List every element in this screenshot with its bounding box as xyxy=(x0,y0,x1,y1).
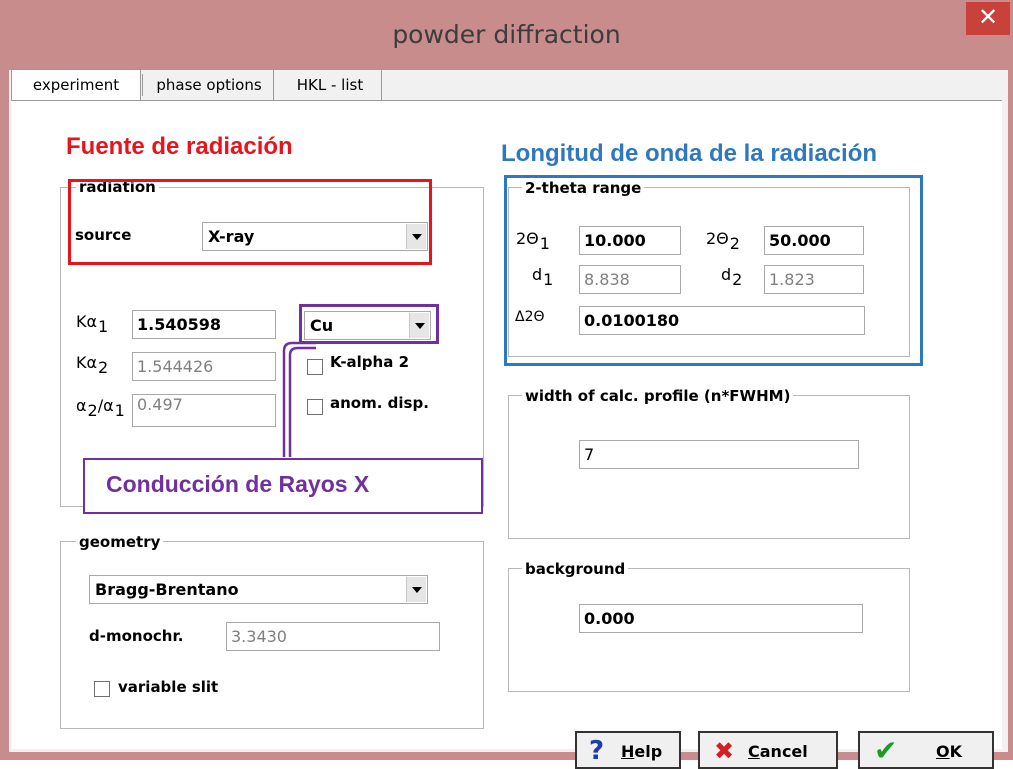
cancel-button[interactable]: ✖ Cancel xyxy=(698,731,838,769)
ok-label-rest: K xyxy=(949,742,963,761)
background-input[interactable]: 0.000 xyxy=(579,604,863,633)
help-mnemonic: H xyxy=(621,742,635,761)
source-highlight-box xyxy=(68,179,432,265)
cancel-label-rest: ancel xyxy=(759,742,808,761)
cancel-icon: ✖ xyxy=(714,737,735,765)
chevron-down-icon[interactable] xyxy=(406,577,426,602)
wavelength-annotation: Longitud de onda de la radiación xyxy=(501,140,878,167)
callout-connector xyxy=(282,341,316,457)
dialog-client-area: experiment phase options HKL - list radi… xyxy=(9,69,1008,769)
geometry-select-value: Bragg-Brentano xyxy=(95,580,239,599)
close-button[interactable]: ✕ xyxy=(966,2,1010,35)
ok-mnemonic: O xyxy=(936,742,950,761)
tab-divider xyxy=(142,74,143,96)
ka1-input[interactable]: 1.540598 xyxy=(132,310,276,339)
ka2-subscript: 2 xyxy=(98,358,109,377)
ratio-sub-a: 2 xyxy=(87,401,98,420)
ka2-label: Kα2 xyxy=(76,353,108,377)
variable-slit-checkbox[interactable] xyxy=(94,681,110,697)
wavelength-highlight-box xyxy=(504,175,923,366)
title-bar[interactable]: powder diffraction ✕ xyxy=(0,0,1013,70)
monochromator-label: d-monochr. xyxy=(89,627,184,645)
help-label-rest: elp xyxy=(634,742,663,761)
variable-slit-label[interactable]: variable slit xyxy=(118,678,218,696)
monochromator-field: 3.3430 xyxy=(226,622,440,651)
ka1-label: Kα1 xyxy=(76,312,108,336)
ka1-symbol: Kα xyxy=(76,312,98,331)
close-icon: ✕ xyxy=(977,3,999,31)
help-icon: ? xyxy=(589,736,605,766)
ka2-field: 1.544426 xyxy=(132,352,276,381)
ratio-slash: /α xyxy=(97,396,114,415)
tab-experiment[interactable]: experiment xyxy=(11,69,141,101)
tab-hkl-list[interactable]: HKL - list xyxy=(279,70,382,100)
source-annotation: Fuente de radiación xyxy=(66,133,293,160)
cancel-mnemonic: C xyxy=(748,742,760,761)
ka1-subscript: 1 xyxy=(98,317,109,336)
ratio-sub-b: 1 xyxy=(114,401,125,420)
ok-button[interactable]: ✔ OK xyxy=(858,731,994,769)
window-title: powder diffraction xyxy=(392,20,621,49)
background-group-title: background xyxy=(522,560,629,578)
dialog-window: powder diffraction ✕ experiment phase op… xyxy=(0,0,1013,769)
profile-width-input[interactable]: 7 xyxy=(579,440,859,469)
ka2-symbol: Kα xyxy=(76,353,98,372)
kalpha2-label[interactable]: K-alpha 2 xyxy=(330,353,409,371)
tab-phase-options[interactable]: phase options xyxy=(145,70,274,100)
profile-width-group-title: width of calc. profile (n*FWHM) xyxy=(522,387,794,405)
xray-annotation: Conducción de Rayos X xyxy=(106,471,370,497)
anom-disp-label[interactable]: anom. disp. xyxy=(330,394,429,412)
checkmark-icon: ✔ xyxy=(874,734,898,767)
cancel-button-label: Cancel xyxy=(748,742,808,761)
geometry-group-title: geometry xyxy=(76,533,164,551)
help-button[interactable]: ? Help xyxy=(575,731,681,769)
geometry-select[interactable]: Bragg-Brentano xyxy=(89,575,428,604)
ratio-symbol: α xyxy=(76,396,87,415)
ratio-field: 0.497 xyxy=(132,394,276,427)
ok-button-label: OK xyxy=(936,742,962,761)
help-button-label: Help xyxy=(621,742,662,761)
experiment-panel: radiation source X-ray Kα1 1.540598 Kα2 … xyxy=(12,100,1002,769)
ratio-label: α2/α1 xyxy=(76,396,125,420)
